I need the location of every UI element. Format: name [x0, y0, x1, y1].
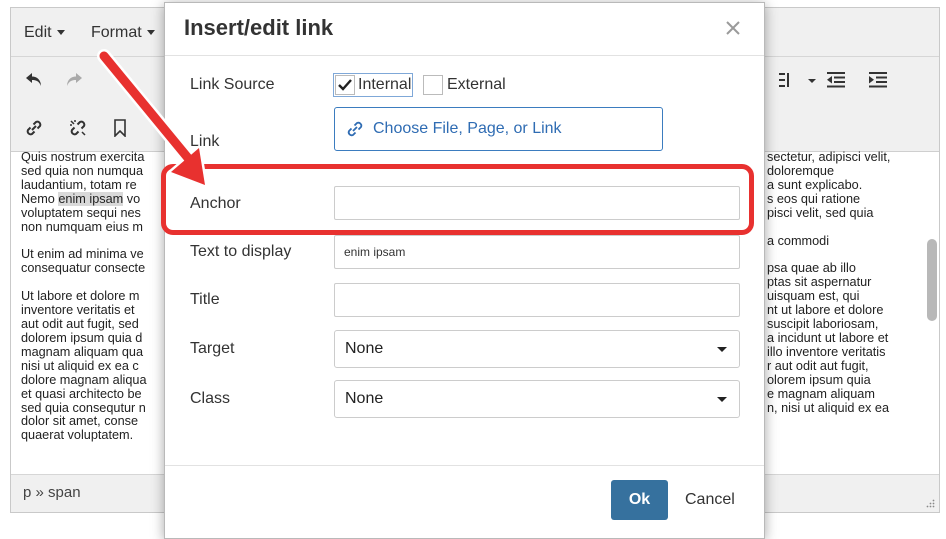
element-path[interactable]: p » span	[23, 484, 81, 501]
external-label: External	[447, 76, 506, 93]
screenshot-stage: Edit Format Quis nostrum exercita sed qu…	[0, 0, 946, 539]
content-line: olorem ipsum quia	[767, 372, 871, 387]
dialog-footer	[165, 465, 764, 538]
content-line: nisi ut aliquid ex ea c	[21, 358, 139, 373]
content-left-column: Quis nostrum exercita sed quia non numqua…	[21, 151, 181, 457]
content-line: non numquam eius m	[21, 219, 144, 234]
target-select-value: None	[345, 340, 384, 357]
content-line: a sunt explicabo.	[767, 177, 863, 192]
content-line: et quasi architecto be	[21, 386, 142, 401]
bullet-list-icon[interactable]	[779, 69, 801, 91]
choose-button-label: Choose File, Page, or Link	[373, 120, 562, 137]
content-line: s eos qui ratione	[767, 191, 861, 206]
content-line: uisquam est, qui	[767, 289, 860, 304]
editor-scrollbar[interactable]	[927, 151, 937, 477]
content-paragraph-left: Quis nostrum exercita sed quia non numqua…	[21, 151, 181, 234]
text-to-display-label: Text to display	[190, 243, 292, 260]
menu-edit[interactable]: Edit	[24, 24, 65, 42]
content-line: illo inventore veritatis	[767, 344, 886, 359]
anchor-label: Anchor	[190, 195, 241, 212]
content-line: magnam aliquam qua	[21, 344, 144, 359]
chevron-down-icon	[717, 347, 727, 352]
unlink-icon[interactable]	[67, 117, 89, 139]
internal-option[interactable]: Internal	[332, 73, 414, 97]
content-line: dolorem ipsum quia d	[21, 330, 143, 345]
menu-format[interactable]: Format	[91, 24, 155, 42]
content-line: ptas sit aspernatur	[767, 275, 872, 290]
choose-file-page-link-button[interactable]: Choose File, Page, or Link	[334, 107, 663, 151]
insert-edit-link-dialog: Insert/edit link Link Source Internal Ex…	[164, 2, 765, 539]
content-paragraph-right: a commodi	[767, 233, 916, 249]
anchor-input[interactable]	[334, 186, 740, 220]
content-line: pisci velit, sed quia	[767, 205, 874, 220]
content-line: inventore veritatis et	[21, 303, 135, 318]
content-line: Ut labore et dolore m	[21, 289, 140, 304]
text-to-display-input[interactable]	[334, 235, 740, 269]
content-line: sectetur, adipisci velit,	[767, 151, 891, 164]
external-option[interactable]: External	[423, 74, 506, 96]
content-paragraph-left: Ut labore et dolore m inventore veritatis…	[21, 289, 181, 443]
chevron-down-icon	[146, 30, 155, 36]
external-checkbox[interactable]	[423, 75, 443, 95]
target-select[interactable]: None	[334, 330, 740, 368]
content-line: dolor sit amet, conse	[21, 414, 139, 429]
content-right-column: sectetur, adipisci velit, doloremque a sun…	[767, 151, 916, 429]
title-label: Title	[190, 291, 220, 308]
dialog-header-divider	[165, 55, 764, 56]
menu-edit-label: Edit	[24, 24, 52, 41]
content-line: a commodi	[767, 233, 830, 248]
scrollbar-thumb[interactable]	[927, 239, 937, 321]
content-line: aut odit aut fugit, sed	[21, 317, 139, 332]
content-line: e magnam aliquam	[767, 386, 875, 401]
internal-focus-ring: Internal	[332, 73, 414, 97]
chevron-down-icon[interactable]	[801, 70, 823, 92]
content-line: psa quae ab illo	[767, 261, 856, 276]
content-paragraph-left: Ut enim ad minima ve consequatur consecte	[21, 247, 181, 276]
close-icon[interactable]	[722, 17, 744, 39]
content-line: Ut enim ad minima ve	[21, 247, 144, 262]
checkmark-icon	[338, 79, 352, 91]
chevron-down-icon	[717, 397, 727, 402]
content-line: voluptatem sequi nes	[21, 205, 141, 220]
content-line: Nemo enim ipsam vo	[21, 191, 141, 206]
target-label: Target	[190, 340, 235, 357]
content-line: sed quia consequtur n	[21, 400, 146, 415]
content-line: sed quia non numqua	[21, 163, 144, 178]
ok-button[interactable]: Ok	[611, 480, 668, 520]
content-line: laudantium, totam re	[21, 177, 137, 192]
content-line: consequatur consecte	[21, 261, 146, 276]
cancel-button[interactable]: Cancel	[685, 480, 735, 520]
dialog-title: Insert/edit link	[184, 15, 334, 40]
class-select-value: None	[345, 390, 384, 407]
link-icon	[347, 121, 363, 137]
outdent-icon[interactable]	[825, 69, 847, 91]
content-line: n, nisi ut aliquid ex ea	[767, 400, 890, 415]
content-line: Quis nostrum exercita	[21, 151, 145, 164]
class-select[interactable]: None	[334, 380, 740, 418]
class-label: Class	[190, 390, 231, 407]
redo-icon[interactable]	[63, 69, 85, 91]
content-paragraph-right: sectetur, adipisci velit, doloremque a sun…	[767, 151, 916, 221]
content-line: dolore magnam aliqua	[21, 372, 147, 387]
content-line: nt ut labore et dolore	[767, 303, 884, 318]
link-source-label: Link Source	[190, 76, 275, 93]
indent-icon[interactable]	[867, 69, 889, 91]
content-line: r aut odit aut fugit,	[767, 358, 869, 373]
content-line: doloremque	[767, 163, 835, 178]
content-line: a incidunt ut labore et	[767, 330, 889, 345]
selected-text-highlight: enim ipsam	[58, 191, 124, 206]
link-icon[interactable]	[23, 117, 45, 139]
title-input[interactable]	[334, 283, 740, 317]
chevron-down-icon	[56, 30, 65, 36]
menu-format-label: Format	[91, 24, 142, 41]
resize-grip-icon[interactable]	[926, 499, 935, 508]
undo-icon[interactable]	[23, 69, 45, 91]
link-label: Link	[190, 133, 220, 150]
content-line: quaerat voluptatem.	[21, 428, 134, 443]
internal-checkbox[interactable]	[335, 75, 355, 95]
internal-label: Internal	[358, 76, 412, 93]
content-paragraph-right: psa quae ab illo ptas sit aspernatur uisqu…	[767, 261, 916, 415]
bookmark-icon[interactable]	[109, 117, 131, 139]
content-line: suscipit laboriosam,	[767, 317, 879, 332]
